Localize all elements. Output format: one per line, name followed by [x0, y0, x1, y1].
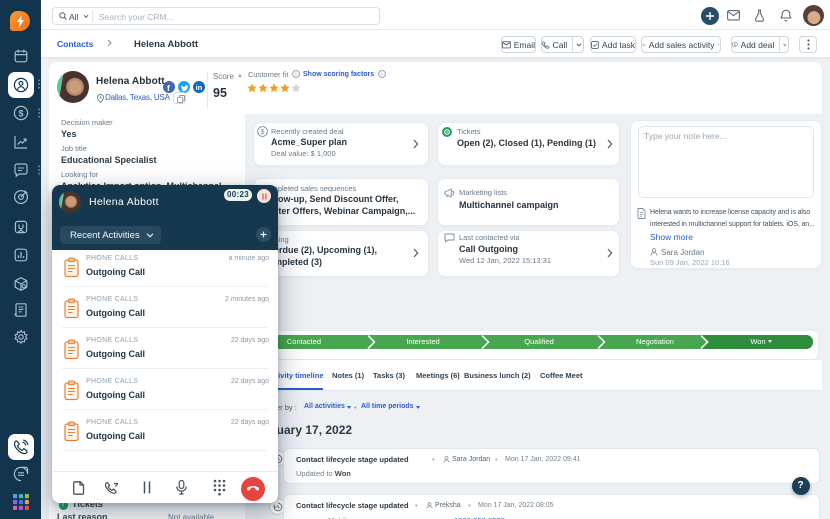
svg-text:$: $	[18, 108, 23, 118]
svg-text:i: i	[295, 72, 296, 78]
svg-text:$: $	[734, 43, 736, 47]
svg-text:i: i	[381, 72, 382, 78]
svg-text:$: $	[261, 129, 265, 136]
